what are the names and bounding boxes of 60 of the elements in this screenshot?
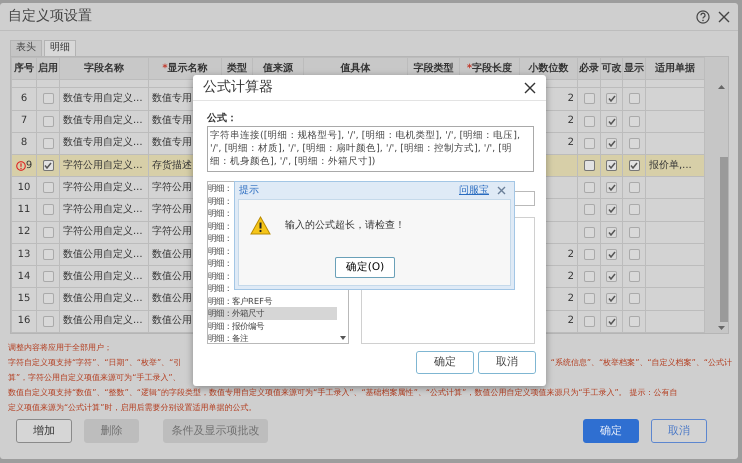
- table-cell: 数值公用自定义...: [63, 270, 143, 282]
- table-cell: 2: [568, 92, 574, 104]
- table-cell: 字符公用自定义...: [63, 204, 143, 216]
- table-cell: 数值公用自定义...: [63, 293, 143, 304]
- alert-message: 输入的公式超长，请检查！: [285, 218, 405, 233]
- note-text: 定义项值来源为“公式计算”时，启用后需要分别设置适用单据的公式。: [8, 401, 256, 414]
- column-header: 可改: [600, 58, 622, 80]
- row-number: 8: [20, 138, 28, 148]
- table-cell: 存货描述: [152, 160, 192, 171]
- row-number: 11: [18, 205, 30, 216]
- row-number: 15: [18, 294, 30, 304]
- table-cell: 数值公用自定义...: [63, 315, 143, 326]
- table-cell: 字符公用自定义...: [63, 160, 143, 171]
- table-cell: 2: [568, 315, 574, 326]
- table-cell: 字符公用自定义...: [63, 226, 143, 238]
- note-text: 算”，字符公用自定义项值来源可为“手工录入”、: [8, 371, 181, 384]
- row-number: 14: [18, 272, 30, 282]
- table-cell: 字符公用: [152, 226, 192, 238]
- row-number: 6: [20, 94, 28, 104]
- table-cell: 数值公用: [152, 248, 192, 260]
- column-header: 序号: [12, 58, 36, 80]
- table-cell: 2: [568, 115, 574, 126]
- row-number: 9: [26, 160, 32, 171]
- column-header: 显示: [622, 58, 646, 80]
- table-cell: 2: [568, 270, 574, 282]
- note-text: 调整内容将应用于全部用户；: [8, 341, 112, 354]
- table-cell: 数值专用: [152, 92, 192, 104]
- table-cell: 数值公用: [152, 293, 192, 304]
- table-cell: 报价单,...: [649, 160, 692, 171]
- dialog-title: 公式计算器: [203, 78, 273, 97]
- table-cell: 2: [568, 293, 574, 304]
- table-cell: 字符公用自定义...: [63, 182, 143, 193]
- row-number: 12: [18, 227, 30, 238]
- table-cell: 字符公用: [152, 204, 192, 216]
- note-text: 字符自定义项支持“字符”、“日期”、“枚举”、“引: [8, 356, 182, 369]
- row-number: 7: [20, 116, 28, 126]
- column-header: 启用: [36, 58, 60, 80]
- note-text: 数值自定义项支持“数值”、“整数”、“逻辑”的字段类型，数值专用自定义项值来源可为“手工录入”、“基础档案属性”、“公式计算”，数值公用自定义项值来源只为“手工录入”。 提示：公有自: [8, 386, 678, 399]
- table-cell: 字符公用: [152, 182, 192, 193]
- table-cell: 数值公用: [152, 270, 192, 282]
- table-cell: 数值专用自定义...: [63, 115, 143, 126]
- note-text: “系统信息”、“枚举档案”、“自定义档案”、“公式计: [550, 356, 732, 369]
- dialog-title: 提示: [239, 184, 259, 198]
- table-cell: 数值专用: [152, 115, 192, 126]
- column-header: 字段名称: [60, 58, 148, 80]
- row-number: 13: [18, 250, 30, 260]
- table-cell: 2: [568, 137, 574, 148]
- table-cell: 2: [568, 248, 574, 260]
- column-header: 适用单据: [646, 58, 704, 80]
- table-cell: 数值公用自定义...: [63, 248, 143, 260]
- table-cell: 数值专用: [152, 137, 192, 148]
- table-cell: 数值专用自定义...: [63, 92, 143, 104]
- column-header: *显示名称: [148, 58, 222, 80]
- field-label: 公式：: [207, 112, 238, 126]
- row-number: 10: [18, 182, 30, 193]
- column-header: 必录: [578, 58, 600, 80]
- table-cell: 数值专用自定义...: [63, 137, 143, 148]
- row-number: 16: [18, 316, 30, 326]
- window-title: 自定义项设置: [8, 7, 92, 26]
- table-cell: 数值公用: [152, 315, 192, 326]
